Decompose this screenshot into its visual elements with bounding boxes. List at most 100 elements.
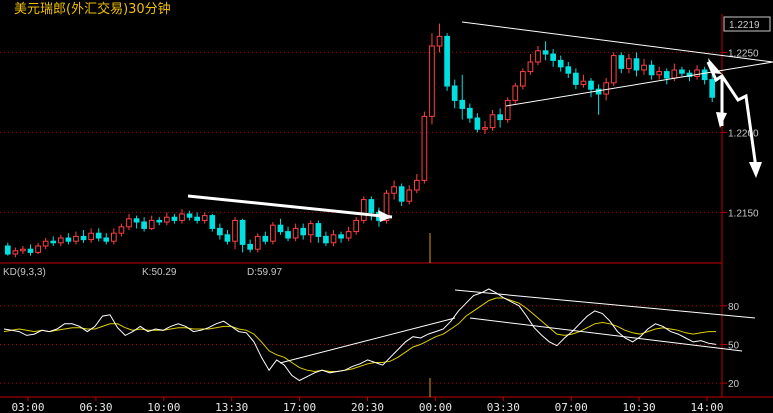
candle-body <box>126 218 132 228</box>
candle-body <box>610 55 617 84</box>
last-price-text: 1.2219 <box>729 20 760 31</box>
candle <box>444 33 450 91</box>
candle-body <box>656 71 663 76</box>
candle-body <box>217 227 223 236</box>
candle-body <box>307 223 314 236</box>
candle-body <box>323 235 329 244</box>
candle-body <box>194 216 200 221</box>
candle-body <box>164 216 170 223</box>
time-tick-label: 06:30 <box>79 401 112 413</box>
candle-body <box>527 61 534 73</box>
candle <box>270 222 276 245</box>
candle <box>520 68 526 90</box>
candle-body <box>239 219 246 245</box>
candle-body <box>474 117 481 130</box>
candle-body <box>338 234 344 239</box>
candle-body <box>406 189 413 202</box>
candle-body <box>95 232 102 239</box>
candle-body <box>482 127 488 130</box>
candle <box>512 82 519 104</box>
time-tick-label: 07:00 <box>555 401 588 413</box>
candle-body <box>497 114 503 121</box>
candle-body <box>679 69 685 74</box>
candle-body <box>277 224 284 233</box>
k-value-label: K:50.29 <box>142 267 177 278</box>
candle-body <box>421 115 428 181</box>
candle-body <box>626 58 632 69</box>
price-tick-label: 1.2200 <box>728 128 759 139</box>
candle-body <box>663 71 670 79</box>
candle-body <box>466 107 473 119</box>
candle-body <box>133 218 140 223</box>
d-value-label: D:59.97 <box>247 267 282 278</box>
candle-body <box>300 227 307 236</box>
candle-body <box>580 80 587 85</box>
candle-body <box>156 219 163 223</box>
candle-body <box>254 235 261 250</box>
candle-body <box>179 213 185 221</box>
candle-body <box>573 72 579 85</box>
candle-body <box>520 71 526 87</box>
candle <box>421 111 428 184</box>
candle-body <box>398 186 405 202</box>
candle-body <box>451 85 458 101</box>
candle-body <box>73 235 79 242</box>
candle <box>254 233 261 253</box>
candle-body <box>648 64 655 76</box>
time-tick-label: 00:00 <box>419 401 452 413</box>
candle-body <box>489 114 496 129</box>
forex-chart: 美元瑞郎(外汇交易)30分钟 1.22501.22001.2150 1.2219… <box>0 0 773 413</box>
candle-body <box>618 55 625 69</box>
candle-body <box>429 45 435 117</box>
candle-body <box>671 69 678 79</box>
candle-body <box>12 250 19 255</box>
candle-body <box>542 50 549 55</box>
candle-body <box>4 245 11 255</box>
candle-body <box>535 50 541 63</box>
candle <box>504 97 511 123</box>
candle-body <box>292 227 299 239</box>
candle-body <box>186 213 193 218</box>
candle-body <box>171 216 178 221</box>
time-tick-label: 03:00 <box>11 401 44 413</box>
candle-body <box>315 223 322 237</box>
candle-body <box>413 179 420 191</box>
candle-body <box>633 58 640 71</box>
candle-body <box>201 215 208 221</box>
candle-body <box>330 234 337 244</box>
chart-title: 美元瑞郎(外汇交易)30分钟 <box>14 1 171 17</box>
candle-body <box>118 226 125 234</box>
candle-body <box>345 231 352 239</box>
candle-body <box>459 99 466 109</box>
time-tick-label: 03:30 <box>487 401 520 413</box>
candle-body <box>141 221 147 229</box>
candle-body <box>42 240 49 247</box>
time-tick-label: 10:30 <box>623 401 656 413</box>
kd-tick-label: 80 <box>728 302 740 313</box>
candle-body <box>209 215 216 229</box>
candle-body <box>565 66 572 74</box>
candle-body <box>50 240 57 244</box>
candle-body <box>224 234 231 242</box>
kd-label: KD(9,3,3) <box>3 267 46 278</box>
candle-body <box>701 69 708 81</box>
candle-body <box>512 85 519 101</box>
time-tick-label: 20:30 <box>351 401 384 413</box>
time-tick-label: 10:00 <box>147 401 180 413</box>
candle-body <box>270 224 276 242</box>
candle-body <box>285 231 291 239</box>
time-tick-label: 13:30 <box>215 401 248 413</box>
price-tick-label: 1.2150 <box>728 208 759 219</box>
candle-body <box>103 237 110 242</box>
candle-body <box>709 79 716 98</box>
candle-body <box>35 245 41 253</box>
candle-body <box>57 237 64 244</box>
candle-body <box>504 99 511 121</box>
candle <box>610 52 617 86</box>
candle-body <box>148 219 155 229</box>
candle-body <box>368 199 375 213</box>
time-tick-label: 17:00 <box>283 401 316 413</box>
candle-body <box>694 69 700 77</box>
candle-body <box>603 82 610 95</box>
candle-body <box>27 248 34 253</box>
